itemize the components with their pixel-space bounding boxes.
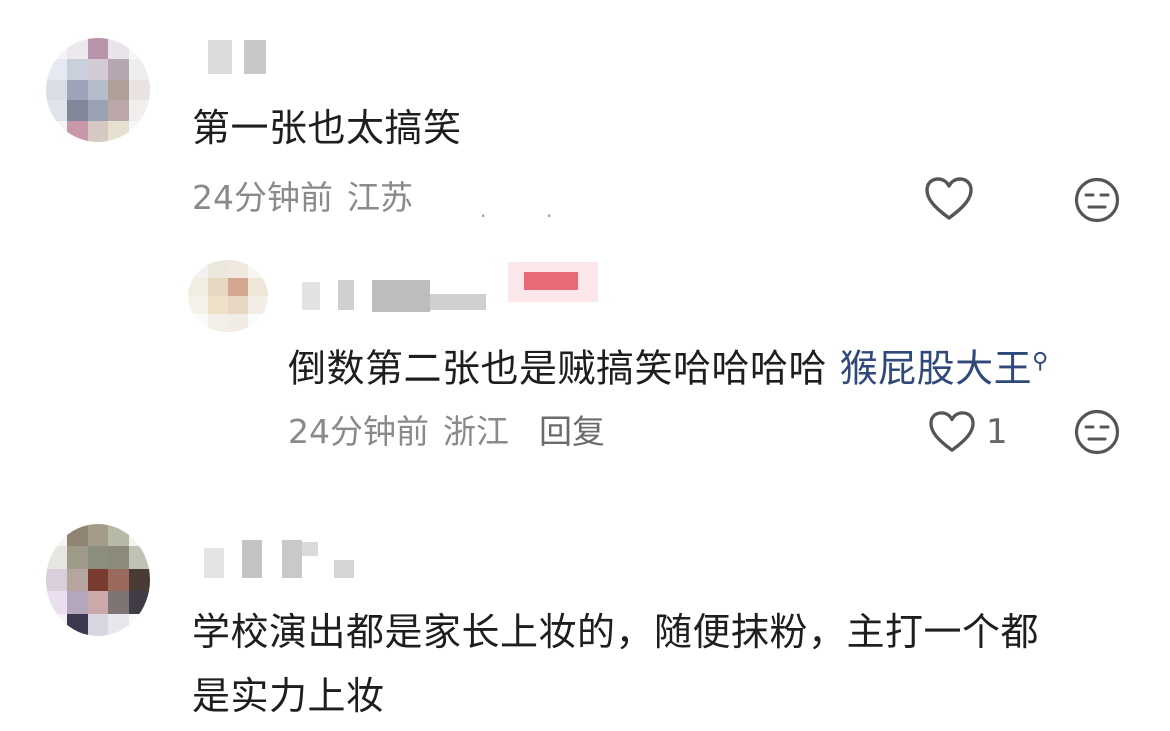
comment-time: 24分钟前: [192, 178, 333, 217]
like-button[interactable]: [924, 176, 974, 222]
neutral-face-icon: [1074, 177, 1120, 223]
heart-outline-icon: [925, 177, 973, 220]
comment-text-line: 是实力上妆: [192, 674, 385, 718]
reply-text: 倒数第二张也是贼搞笑哈哈哈哈 猴屁股大王⚲: [288, 330, 1049, 401]
divider-dot: .: [480, 198, 487, 222]
dislike-button[interactable]: [1073, 408, 1121, 456]
reply-time: 24分钟前: [288, 412, 429, 451]
avatar[interactable]: [188, 260, 268, 332]
heart-outline-icon: [929, 411, 975, 452]
dislike-button[interactable]: [1073, 176, 1121, 224]
comment-location: 江苏: [347, 178, 413, 217]
username-blurred[interactable]: [296, 262, 606, 316]
username-blurred[interactable]: [190, 36, 280, 76]
comment-text-line: 学校演出都是家长上妆的，随便抹粉，主打一个都: [192, 610, 1040, 654]
like-count: 1: [986, 412, 1008, 452]
reply-location: 浙江: [443, 412, 509, 451]
mention-link[interactable]: 猴屁股大王: [840, 347, 1033, 391]
search-icon: ⚲: [1032, 349, 1049, 374]
reply-body: 倒数第二张也是贼搞笑哈哈哈哈: [288, 346, 828, 391]
comment-text: 第一张也太搞笑: [192, 106, 462, 150]
neutral-face-icon: [1074, 409, 1120, 455]
reply-meta: 24分钟前 浙江 回复: [288, 410, 605, 454]
username-blurred[interactable]: [196, 540, 366, 580]
reply-button[interactable]: 回复: [539, 410, 605, 454]
avatar[interactable]: [46, 524, 150, 636]
comment-meta: 24分钟前 江苏: [192, 176, 413, 220]
divider-dot: .: [546, 198, 553, 222]
like-button[interactable]: 1: [928, 410, 1008, 454]
avatar[interactable]: [46, 38, 150, 142]
